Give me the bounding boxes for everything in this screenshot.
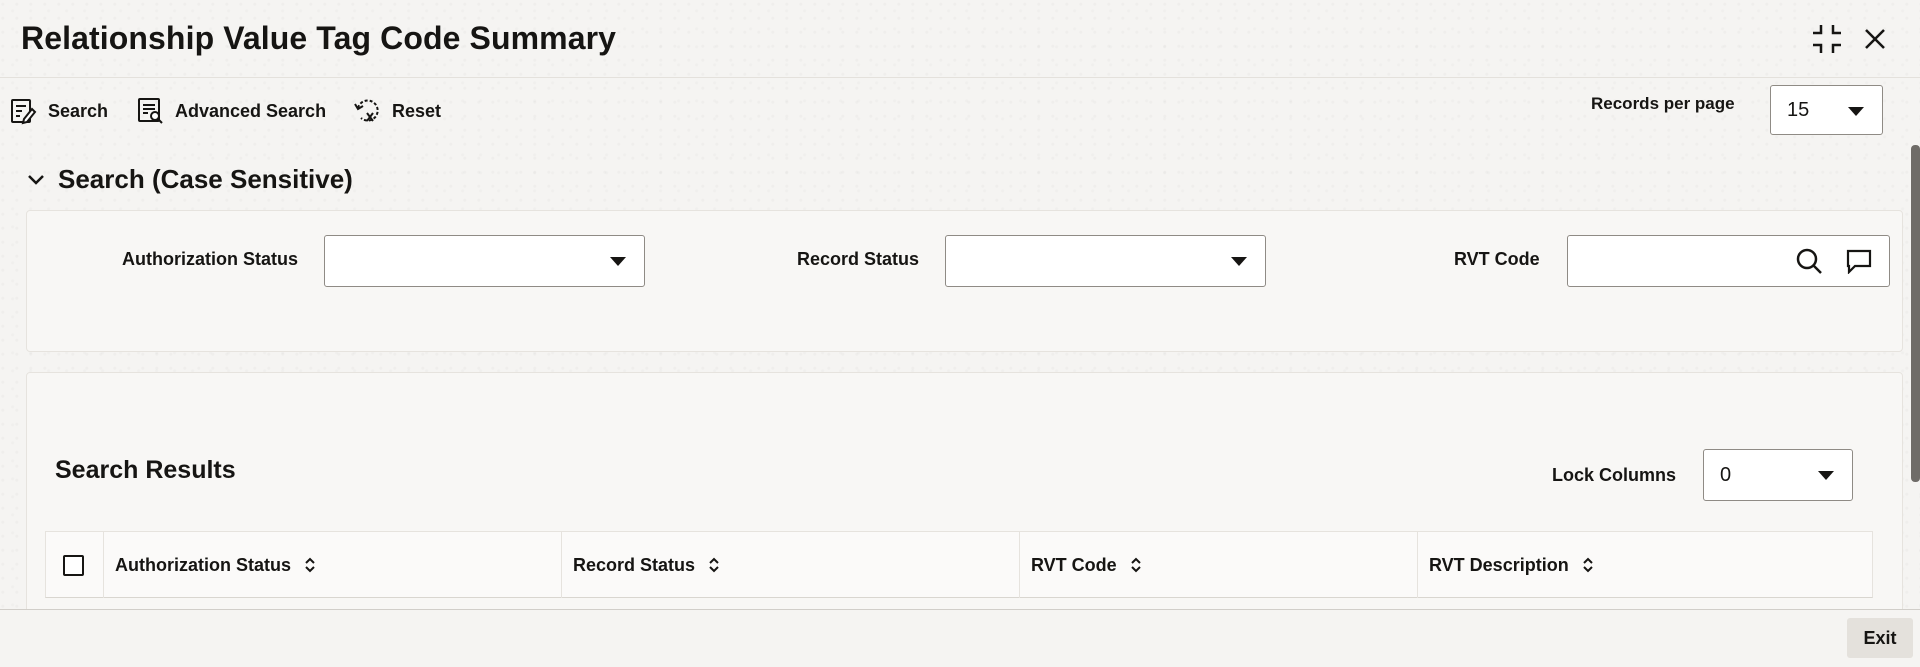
exit-button[interactable]: Exit	[1847, 618, 1913, 658]
reset-button[interactable]: Reset	[352, 96, 441, 126]
advanced-search-button-label: Advanced Search	[175, 100, 327, 121]
reset-icon	[354, 99, 379, 122]
sort-icon	[709, 557, 719, 573]
chevron-down-icon	[1848, 107, 1864, 116]
page-title: Relationship Value Tag Code Summary	[21, 20, 617, 56]
vertical-scrollbar[interactable]	[1911, 145, 1920, 482]
rvt-code-field[interactable]	[1567, 235, 1890, 287]
comment-icon[interactable]	[1845, 248, 1873, 279]
expand-icon[interactable]	[1810, 22, 1844, 56]
select-all-checkbox[interactable]	[63, 554, 84, 576]
sort-icon	[305, 557, 315, 573]
rvt-code-input[interactable]	[1568, 236, 1768, 284]
search-section-title: Search (Case Sensitive)	[58, 164, 353, 194]
search-button[interactable]: Search	[10, 96, 108, 126]
chevron-down-icon	[1231, 257, 1247, 266]
results-title: Search Results	[55, 456, 236, 484]
column-header-rvt-code[interactable]: RVT Code	[1019, 532, 1417, 598]
record-status-label: Record Status	[797, 249, 920, 269]
close-icon[interactable]	[1858, 22, 1892, 56]
column-header-authorization-status[interactable]: Authorization Status	[103, 532, 561, 598]
advanced-search-icon	[138, 98, 163, 124]
chevron-down-icon	[28, 174, 44, 185]
records-per-page-label: Records per page	[1591, 94, 1735, 113]
sort-icon	[1582, 557, 1593, 573]
lock-columns-label: Lock Columns	[1552, 465, 1677, 485]
search-button-label: Search	[48, 100, 109, 121]
column-header-label: Record Status	[573, 554, 696, 575]
rvt-code-label: RVT Code	[1454, 249, 1540, 269]
column-header-rvt-description[interactable]: RVT Description	[1417, 532, 1874, 598]
advanced-search-button[interactable]: Advanced Search	[137, 96, 326, 126]
record-status-select[interactable]	[945, 235, 1266, 287]
column-header-label: RVT Description	[1429, 554, 1569, 575]
column-header-record-status[interactable]: Record Status	[561, 532, 1019, 598]
lock-columns-select[interactable]: 0	[1703, 449, 1853, 501]
chevron-down-icon	[610, 257, 626, 266]
column-header-label: RVT Code	[1031, 554, 1117, 575]
column-header-label: Authorization Status	[115, 554, 291, 575]
search-icon[interactable]	[1795, 247, 1823, 280]
select-all-cell	[46, 532, 103, 598]
results-table-header: Authorization Status Record Status RVT C…	[45, 531, 1873, 598]
sort-icon	[1130, 557, 1141, 573]
authorization-status-label: Authorization Status	[122, 249, 298, 269]
footer-bar	[0, 609, 1920, 667]
records-per-page-select[interactable]: 15	[1770, 85, 1883, 135]
records-per-page-value: 15	[1787, 98, 1810, 121]
search-doc-icon	[11, 99, 37, 125]
reset-button-label: Reset	[392, 100, 442, 121]
search-section-toggle[interactable]: Search (Case Sensitive)	[24, 164, 353, 195]
lock-columns-value: 0	[1720, 463, 1732, 486]
authorization-status-select[interactable]	[324, 235, 645, 287]
title-bar: Relationship Value Tag Code Summary	[0, 0, 1920, 78]
chevron-down-icon	[1818, 471, 1834, 480]
